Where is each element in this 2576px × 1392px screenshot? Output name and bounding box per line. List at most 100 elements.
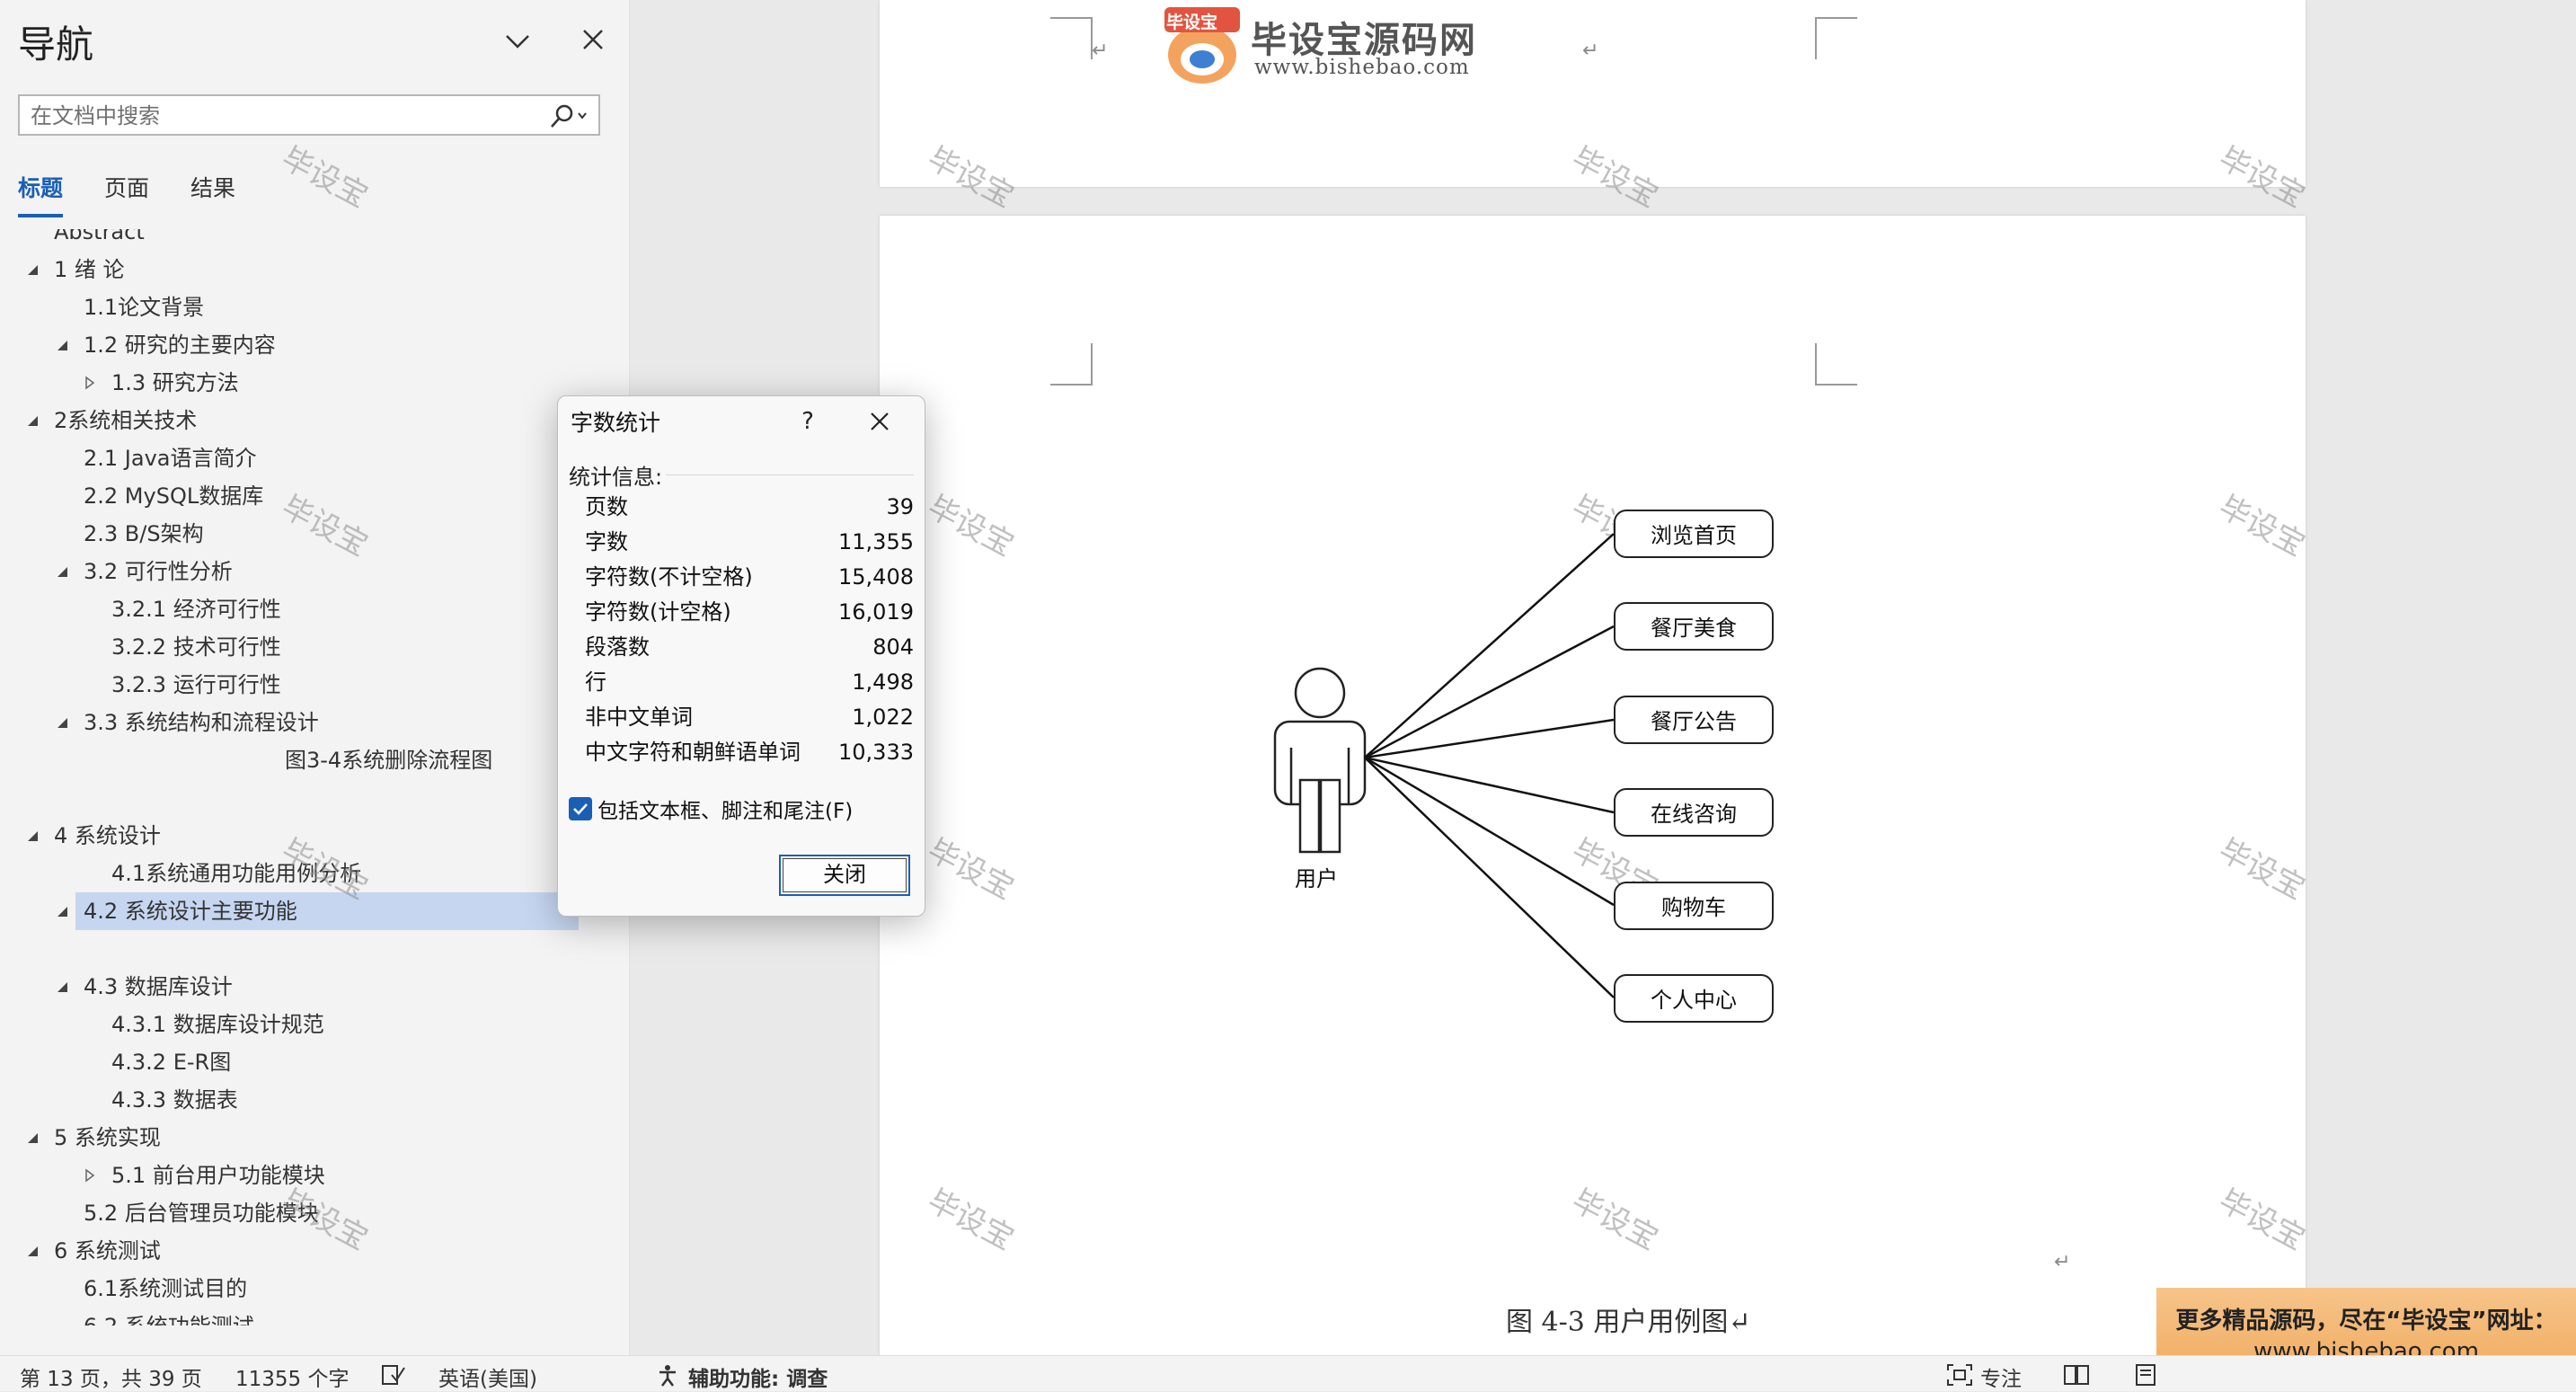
heading-label: 3.2.1 经济可行性 bbox=[111, 597, 281, 622]
statistic-row: 行 1,498 bbox=[585, 665, 914, 699]
heading-item[interactable]: 4.2 系统设计主要功能 bbox=[0, 892, 629, 930]
tab-1[interactable]: 页面 bbox=[104, 171, 149, 214]
expanded-triangle-icon[interactable] bbox=[55, 904, 69, 918]
heading-label: 3.2 可行性分析 bbox=[84, 559, 233, 584]
statistic-value: 1,498 bbox=[852, 669, 914, 695]
expanded-triangle-icon[interactable] bbox=[25, 1244, 40, 1258]
tab-2[interactable]: 结果 bbox=[190, 171, 235, 214]
heading-label: 2.3 B/S架构 bbox=[84, 521, 204, 546]
heading-item[interactable]: 2.1 Java语言简介 bbox=[0, 439, 629, 477]
heading-item[interactable] bbox=[0, 779, 629, 817]
heading-item[interactable]: 4.3.3 数据表 bbox=[0, 1081, 629, 1119]
statistics-heading: 统计信息: bbox=[569, 465, 663, 490]
heading-item[interactable]: 3.2.2 技术可行性 bbox=[0, 628, 629, 666]
statistic-label: 字符数(计空格) bbox=[585, 599, 731, 625]
heading-item[interactable] bbox=[0, 930, 629, 968]
close-icon[interactable] bbox=[575, 22, 611, 58]
accessibility-icon[interactable] bbox=[656, 1363, 679, 1387]
close-button[interactable]: 关闭 bbox=[779, 855, 910, 896]
statistic-row: 字数 11,355 bbox=[585, 525, 914, 559]
heading-label: 6.2 系统功能测试 bbox=[84, 1308, 254, 1326]
proofing-icon[interactable] bbox=[381, 1364, 406, 1386]
heading-label: 4 系统设计 bbox=[54, 823, 161, 848]
heading-item[interactable]: 3.2 可行性分析 bbox=[0, 553, 629, 590]
heading-label: 1.3 研究方法 bbox=[111, 370, 239, 395]
heading-item[interactable]: 1 绪 论 bbox=[0, 251, 629, 288]
statistic-value: 15,408 bbox=[838, 564, 914, 590]
heading-item[interactable]: 4.3.1 数据库设计规范 bbox=[0, 1006, 629, 1043]
heading-item[interactable]: 2系统相关技术 bbox=[0, 402, 629, 439]
focus-mode[interactable]: 专注 bbox=[1980, 1361, 2022, 1392]
print-layout-icon[interactable] bbox=[2135, 1363, 2156, 1387]
expanded-triangle-icon[interactable] bbox=[25, 262, 40, 277]
search-icon[interactable] bbox=[543, 102, 591, 130]
help-button[interactable]: ? bbox=[788, 402, 828, 441]
focus-icon[interactable] bbox=[1946, 1363, 1973, 1387]
use-case: 购物车 bbox=[1614, 881, 1774, 930]
dialog-title: 字数统计 bbox=[571, 410, 661, 436]
heading-item[interactable]: 3.2.3 运行可行性 bbox=[0, 666, 629, 704]
accessibility-status[interactable]: 辅助功能: 调查 bbox=[688, 1361, 828, 1392]
include-checkbox[interactable] bbox=[569, 797, 592, 820]
heading-item[interactable]: 1.1论文背景 bbox=[0, 288, 629, 326]
heading-item[interactable]: 6 系统测试 bbox=[0, 1232, 629, 1270]
heading-item[interactable]: 5 系统实现 bbox=[0, 1119, 629, 1157]
search-input[interactable] bbox=[29, 96, 553, 136]
navigation-title: 导航 bbox=[18, 22, 94, 66]
expanded-triangle-icon[interactable] bbox=[25, 829, 40, 843]
statistic-label: 字数 bbox=[585, 529, 628, 554]
use-case: 餐厅公告 bbox=[1614, 695, 1774, 744]
heading-label: 1.2 研究的主要内容 bbox=[84, 332, 276, 358]
heading-label: Abstract bbox=[54, 229, 145, 244]
page-count[interactable]: 第 13 页，共 39 页 bbox=[20, 1361, 202, 1392]
statistic-row: 字符数(计空格) 16,019 bbox=[585, 595, 914, 629]
heading-label: 4.3.1 数据库设计规范 bbox=[111, 1012, 324, 1037]
use-case: 个人中心 bbox=[1614, 974, 1774, 1023]
heading-item[interactable]: 1.2 研究的主要内容 bbox=[0, 326, 629, 364]
heading-label: 4.3 数据库设计 bbox=[84, 974, 233, 999]
collapsed-triangle-icon[interactable] bbox=[83, 1168, 97, 1183]
read-mode-icon[interactable] bbox=[2063, 1363, 2090, 1387]
statistic-row: 段落数 804 bbox=[585, 630, 914, 664]
include-checkbox-label[interactable]: 包括文本框、脚注和尾注(F) bbox=[598, 794, 853, 824]
heading-label: 4.2 系统设计主要功能 bbox=[84, 899, 297, 924]
watermark: 毕设宝 bbox=[275, 139, 374, 216]
heading-item[interactable]: 6.2 系统功能测试 bbox=[0, 1308, 629, 1326]
heading-label: 2.1 Java语言简介 bbox=[84, 446, 257, 471]
heading-label: 4.3.3 数据表 bbox=[111, 1087, 238, 1113]
word-count[interactable]: 11355 个字 bbox=[235, 1361, 349, 1392]
heading-item[interactable]: 4.3.2 E-R图 bbox=[0, 1043, 629, 1081]
language[interactable]: 英语(美国) bbox=[438, 1361, 537, 1392]
statistic-value: 1,022 bbox=[852, 705, 914, 730]
expanded-triangle-icon[interactable] bbox=[55, 715, 69, 730]
heading-label: 5 系统实现 bbox=[54, 1125, 161, 1150]
statistic-label: 字符数(不计空格) bbox=[585, 564, 753, 590]
heading-item[interactable]: 6.1系统测试目的 bbox=[0, 1270, 629, 1308]
expanded-triangle-icon[interactable] bbox=[25, 1130, 40, 1145]
heading-label: 1 绪 论 bbox=[54, 257, 125, 282]
expanded-triangle-icon[interactable] bbox=[25, 413, 40, 428]
statistic-value: 804 bbox=[872, 634, 914, 660]
search-box bbox=[18, 94, 600, 136]
chevron-down-icon[interactable] bbox=[500, 23, 536, 59]
heading-item[interactable]: 1.3 研究方法 bbox=[0, 364, 629, 402]
heading-item[interactable]: Abstract bbox=[0, 229, 629, 251]
statistic-label: 页数 bbox=[585, 494, 628, 519]
heading-label: 4.3.2 E-R图 bbox=[111, 1050, 232, 1075]
expanded-triangle-icon[interactable] bbox=[55, 564, 69, 579]
collapsed-triangle-icon[interactable] bbox=[83, 376, 97, 390]
statistic-label: 非中文单词 bbox=[585, 705, 693, 730]
heading-item[interactable]: 4.3 数据库设计 bbox=[0, 968, 629, 1006]
expanded-triangle-icon[interactable] bbox=[55, 980, 69, 994]
tab-0[interactable]: 标题 bbox=[18, 171, 64, 217]
statistic-label: 段落数 bbox=[585, 634, 650, 660]
heading-item[interactable]: 图3-4系统删除流程图 bbox=[0, 741, 629, 779]
association-lines bbox=[1364, 533, 1615, 998]
heading-label: 3.3 系统结构和流程设计 bbox=[84, 710, 319, 735]
actor-label: 用户 bbox=[1295, 866, 1338, 891]
statistic-label: 中文字符和朝鲜语单词 bbox=[585, 740, 801, 765]
heading-item[interactable]: 3.3 系统结构和流程设计 bbox=[0, 704, 629, 741]
heading-item[interactable]: 3.2.1 经济可行性 bbox=[0, 590, 629, 628]
close-icon[interactable] bbox=[860, 402, 899, 441]
expanded-triangle-icon[interactable] bbox=[55, 338, 69, 352]
